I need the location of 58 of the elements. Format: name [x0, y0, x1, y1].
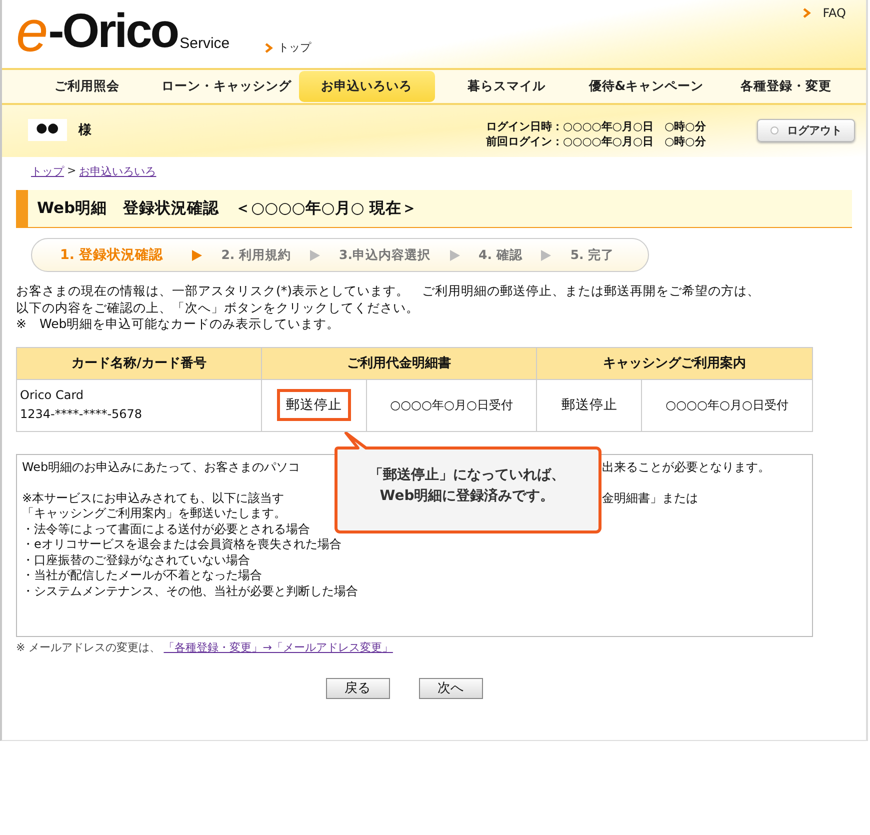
faq-link[interactable]: FAQ [802, 6, 846, 20]
step-label: 2. 利用規約 [221, 246, 292, 264]
card-number: 1234-****-****-5678 [20, 406, 144, 423]
notice-text: ・法令等によって書面による送付が必要とされる場合 [22, 522, 311, 537]
notice-text: ・eオリコサービスを退会または会員資格を喪失された場合 [22, 537, 342, 552]
date-cell: ○○○○年○月○日受付 [390, 398, 513, 412]
notice-text: 金明細書」または [602, 490, 699, 506]
arrow-icon [310, 250, 320, 260]
breadcrumb-separator: > [67, 164, 76, 179]
breadcrumb-link[interactable]: お申込いろいろ [79, 164, 156, 182]
chevron-icon [265, 42, 273, 52]
login-time: ログイン日時：○○○○年○月○日 ○時○分 [486, 119, 706, 134]
nav-tab[interactable]: 暮らスマイル [438, 71, 574, 102]
date-cell: ○○○○年○月○日受付 [666, 398, 788, 412]
callout-text: 「郵送停止」になっていれば、 [368, 466, 566, 485]
callout-text: Web明細に登録済みです。 [378, 487, 556, 506]
column-header: カード名称/カード番号 [16, 347, 262, 379]
chevron-icon [802, 8, 811, 18]
step-label: 3.申込内容選択 [339, 246, 430, 264]
column-header: ご利用代金明細書 [262, 347, 537, 379]
status-cell-text: 郵送停止 [560, 396, 618, 415]
step-label: 4. 確認 [478, 246, 522, 264]
circle-icon [770, 126, 779, 135]
logout-button[interactable]: ログアウト [757, 119, 855, 142]
top-link[interactable]: トップ [265, 40, 311, 55]
intro-text: 以下の内容をご確認の上、「次へ」ボタンをクリックしてください。 [16, 300, 420, 316]
notice-text: ・口座振替のご登録がなされていない場合 [22, 552, 251, 568]
notice-text: ※本サービスにお申込みされても、以下に該当す [22, 490, 286, 506]
notice-text: ・システムメンテナンス、その他、当社が必要と判断した場合 [22, 584, 359, 599]
breadcrumb-link[interactable]: トップ [31, 164, 64, 182]
honorific: 様 [78, 122, 92, 140]
step-label: 5. 完了 [570, 246, 614, 264]
nav-tab[interactable]: 優待&キャンペーン [578, 71, 714, 102]
page-title: Web明細 登録状況確認 ＜○○○○年○月○ 現在＞ [37, 198, 418, 219]
notice-text: 「キャッシングご利用案内」を郵送いたします。 [22, 506, 287, 522]
step-label: 1. 登録状況確認 [60, 246, 164, 264]
note-text: ※ メールアドレスの変更は、 [16, 640, 161, 654]
user-name: ●● [28, 119, 67, 141]
nav-button[interactable]: 戻る [326, 678, 390, 698]
notice-text: Web明細のお申込みにあたって、お客さまのパソコ [22, 460, 302, 475]
nav-tab[interactable]: 各種登録・変更 [718, 71, 854, 102]
nav-tab[interactable]: ご利用照会 [18, 71, 155, 102]
last-login: 前回ログイン：○○○○年○月○日 ○時○分 [486, 134, 706, 149]
nav-button[interactable]: 次へ [418, 678, 482, 698]
notice-text: ・当社が配信したメールが不着となった場合 [22, 568, 263, 584]
card-name: Orico Card [20, 387, 85, 404]
intro-text: お客さまの現在の情報は、一部アスタリスク(*)表示としています。 ご利用明細の郵送停止、または郵送再開をご希望の方は、 [16, 283, 762, 300]
email-change-link[interactable]: 「各種登録・変更」→「メールアドレス変更」 [164, 640, 393, 654]
logo[interactable]: e-OricoService [16, 4, 230, 60]
nav-tab[interactable]: お申込いろいろ [298, 71, 435, 102]
notice-text: 出来ることが必要となります。 [602, 460, 771, 475]
intro-text: ※ Web明細を申込可能なカードのみ表示しています。 [16, 316, 341, 332]
status-cell: 郵送停止 [276, 389, 351, 421]
arrow-icon [192, 250, 202, 260]
nav-tab[interactable]: ローン・キャッシング [158, 71, 295, 102]
arrow-icon [541, 250, 552, 260]
column-header: キャッシングご利用案内 [536, 347, 812, 379]
arrow-icon [450, 250, 460, 260]
